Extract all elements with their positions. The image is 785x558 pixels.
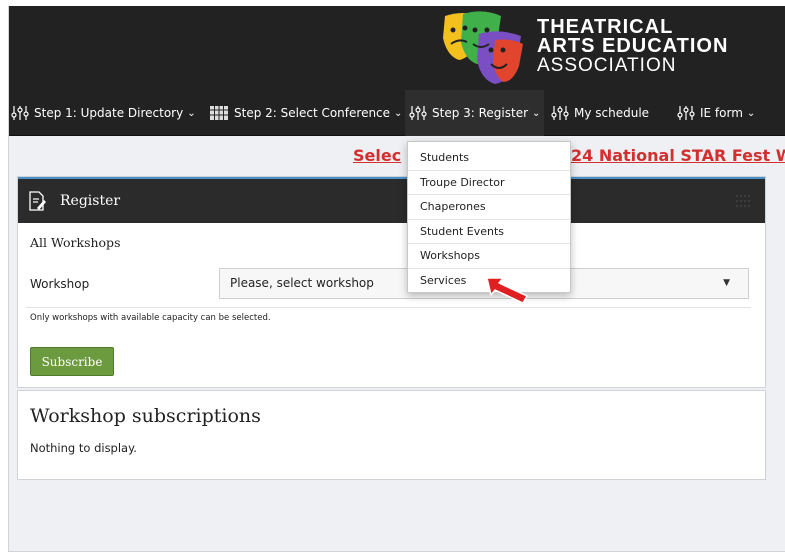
chevron-down-icon: ⌄ — [394, 107, 403, 119]
drag-handle-icon[interactable] — [735, 194, 751, 208]
menu-item-students[interactable]: Students — [408, 146, 570, 171]
nav-label: Step 1: Update Directory — [34, 106, 184, 120]
main-navbar: Step 1: Update Directory ⌄ Step 2: Selec… — [9, 90, 785, 136]
register-panel-title: Register — [60, 193, 121, 209]
chevron-down-icon: ⌄ — [187, 107, 196, 119]
page-frame: THEATRICAL ARTS EDUCATION ASSOCIATION St… — [8, 6, 785, 552]
menu-item-workshops[interactable]: Workshops — [408, 244, 570, 269]
nav-label: Step 3: Register — [432, 106, 529, 120]
sliders-icon — [551, 106, 569, 120]
red-arrow-icon — [486, 277, 528, 304]
sliders-icon — [11, 106, 29, 120]
register-panel: Register All Workshops Workshop Please, … — [17, 176, 766, 388]
nav-step1-update-directory[interactable]: Step 1: Update Directory ⌄ — [11, 90, 196, 136]
chevron-down-icon: ⌄ — [532, 107, 541, 119]
nav-label: My schedule — [574, 106, 650, 120]
sliders-icon — [677, 106, 695, 120]
nav-ie-form[interactable]: IE form ⌄ — [677, 90, 755, 136]
menu-item-student-events[interactable]: Student Events — [408, 220, 570, 244]
sliders-icon — [409, 106, 427, 120]
register-panel-header: Register — [18, 177, 765, 223]
calendar-grid-icon — [210, 106, 228, 120]
divider — [26, 307, 751, 308]
site-header: THEATRICAL ARTS EDUCATION ASSOCIATION — [9, 6, 785, 90]
section-title-all-workshops: All Workshops — [30, 235, 121, 250]
banner-text-right[interactable]: 24 National STAR Fest W — [571, 146, 785, 165]
banner-text-left[interactable]: Selec — [353, 146, 401, 165]
conference-banner[interactable]: Selec 24 National STAR Fest W — [9, 146, 785, 170]
capacity-note: Only workshops with available capacity c… — [30, 313, 271, 323]
nav-step2-select-conference[interactable]: Step 2: Select Conference ⌄ — [209, 90, 402, 136]
chevron-down-icon: ⌄ — [746, 107, 756, 119]
empty-state-text: Nothing to display. — [30, 441, 137, 455]
menu-item-chaperones[interactable]: Chaperones — [408, 195, 570, 220]
caret-down-icon: ▼ — [723, 278, 730, 288]
subscriptions-title: Workshop subscriptions — [30, 405, 261, 427]
logo-line-3: ASSOCIATION — [537, 55, 677, 76]
workshop-select-value: Please, select workshop — [230, 276, 374, 290]
register-dropdown-menu: Students Troupe Director Chaperones Stud… — [407, 141, 571, 293]
organization-name: THEATRICAL ARTS EDUCATION ASSOCIATION — [537, 17, 729, 76]
menu-item-troupe-director[interactable]: Troupe Director — [408, 171, 570, 195]
nav-my-schedule[interactable]: My schedule — [551, 90, 649, 136]
nav-label: IE form — [700, 106, 743, 120]
logo-line-2: ARTS EDUCATION — [537, 35, 729, 57]
workshop-label: Workshop — [30, 277, 90, 291]
theater-masks-logo — [443, 11, 523, 84]
workshop-subscriptions-panel: Workshop subscriptions Nothing to displa… — [17, 390, 766, 480]
nav-label: Step 2: Select Conference — [234, 106, 391, 120]
subscribe-button[interactable]: Subscribe — [30, 347, 114, 376]
edit-document-icon — [29, 191, 46, 211]
nav-step3-register[interactable]: Step 3: Register ⌄ — [405, 90, 545, 136]
